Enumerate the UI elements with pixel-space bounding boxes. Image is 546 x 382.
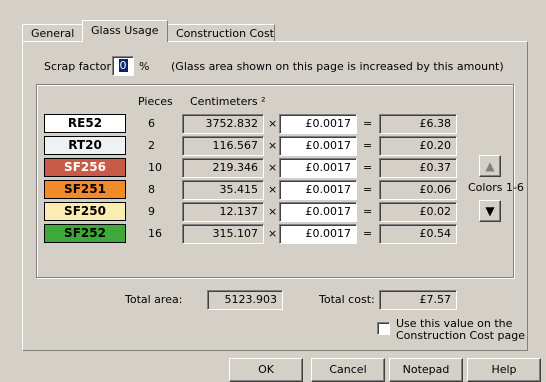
help-button[interactable]: Help [467,358,541,382]
glass-color-swatch[interactable]: RE52 [44,114,126,133]
price-per-cm2-input[interactable]: £0.0017 [279,114,357,134]
tab-general[interactable]: General [22,24,83,41]
times-symbol: × [268,227,278,240]
total-area-label: Total area: [125,293,183,306]
total-cost-field: £7.57 [379,290,457,310]
cancel-button[interactable]: Cancel [311,358,385,382]
area-field: 315.107 [182,224,264,244]
glass-color-swatch[interactable]: RT20 [44,136,126,155]
row-cost-field: £6.38 [379,114,457,134]
row-cost-field: £0.20 [379,136,457,156]
colors-down-button[interactable]: ▼ [479,200,501,222]
row-cost-field: £0.54 [379,224,457,244]
row-cost-field: £0.37 [379,158,457,178]
row-cost-field: £0.02 [379,202,457,222]
equals-symbol: = [363,161,373,174]
pieces-count: 2 [148,139,155,152]
price-per-cm2-input[interactable]: £0.0017 [279,158,357,178]
area-field: 116.567 [182,136,264,156]
colors-range-label: Colors 1-6 [468,181,524,194]
times-symbol: × [268,139,278,152]
area-field: 12.137 [182,202,264,222]
use-value-label[interactable]: Use this value on the Construction Cost … [396,318,525,342]
notepad-button[interactable]: Notepad [389,358,463,382]
pieces-header: Pieces [138,95,173,108]
arrow-down-icon: ▼ [485,204,495,218]
times-symbol: × [268,205,278,218]
pieces-count: 8 [148,183,155,196]
equals-symbol: = [363,183,373,196]
scrap-factor-unit: % [139,60,150,73]
pieces-count: 6 [148,117,155,130]
glass-color-swatch[interactable]: SF256 [44,158,126,177]
equals-symbol: = [363,117,373,130]
tab-construction-cost[interactable]: Construction Cost [167,24,275,41]
use-value-checkbox[interactable] [377,322,390,335]
use-value-label-line2: Construction Cost page [396,329,525,342]
scrap-factor-input[interactable]: 0 [112,56,134,76]
total-cost-label: Total cost: [319,293,375,306]
times-symbol: × [268,117,278,130]
glass-color-swatch[interactable]: SF252 [44,224,126,243]
scrap-factor-note: (Glass area shown on this page is increa… [171,60,504,73]
price-per-cm2-input[interactable]: £0.0017 [279,224,357,244]
centimeters-header: Centimeters ² [190,95,266,108]
price-per-cm2-input[interactable]: £0.0017 [279,180,357,200]
times-symbol: × [268,183,278,196]
glass-color-swatch[interactable]: SF251 [44,180,126,199]
equals-symbol: = [363,227,373,240]
price-per-cm2-input[interactable]: £0.0017 [279,136,357,156]
equals-symbol: = [363,139,373,152]
pieces-count: 10 [148,161,162,174]
total-area-field: 5123.903 [207,290,283,310]
row-cost-field: £0.06 [379,180,457,200]
ok-button[interactable]: OK [229,358,303,382]
equals-symbol: = [363,205,373,218]
glass-color-swatch[interactable]: SF250 [44,202,126,221]
area-field: 35.415 [182,180,264,200]
pieces-count: 16 [148,227,162,240]
scrap-factor-label: Scrap factor: [44,60,115,73]
area-field: 219.346 [182,158,264,178]
tab-glass-usage[interactable]: Glass Usage [82,20,168,42]
scrap-factor-value: 0 [118,59,128,72]
colors-up-button[interactable]: ▲ [479,155,501,177]
times-symbol: × [268,161,278,174]
arrow-up-icon: ▲ [485,159,495,173]
pieces-count: 9 [148,205,155,218]
price-per-cm2-input[interactable]: £0.0017 [279,202,357,222]
area-field: 3752.832 [182,114,264,134]
